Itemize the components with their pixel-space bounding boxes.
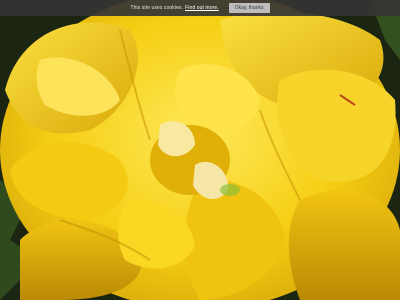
accept-cookies-button[interactable]: Okay, thanks [228,3,270,13]
flower-photo [0,0,400,300]
find-out-more-link[interactable]: Find out more. [185,5,219,11]
cookie-consent-bar: This site uses cookies. Find out more. O… [0,0,400,16]
cookie-message: This site uses cookies. [130,5,184,11]
